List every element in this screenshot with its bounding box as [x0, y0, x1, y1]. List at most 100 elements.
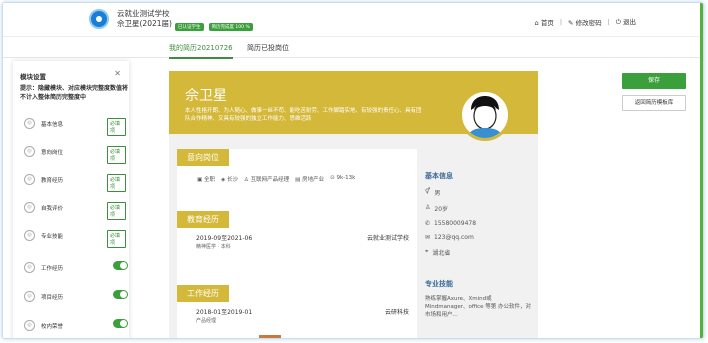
major-value: 精神医学: [196, 244, 217, 250]
education-major: 精神医学 · 本科: [196, 244, 231, 250]
project-icon: ◎: [24, 291, 35, 302]
divider: |: [559, 17, 563, 26]
required-tag: 必填项: [107, 202, 126, 220]
briefcase-icon: ◎: [24, 262, 35, 273]
honors-toggle[interactable]: [113, 319, 128, 328]
basic-info-title: 基本信息: [425, 172, 453, 180]
work-company: 云研科技: [384, 309, 409, 316]
building-icon: ▤: [295, 177, 301, 183]
person-icon: ♙: [425, 204, 431, 211]
module-label: 专业技能: [41, 234, 64, 240]
work-role: 产品经理: [196, 318, 217, 324]
completion-badge: 简历完成度 100 %: [208, 23, 253, 31]
position: ♙ 互联网产品经理: [244, 175, 289, 183]
app-window: 云就业测试学校 佘卫星(2021届) 已认证学生 简历完成度 100 % ⌂ 首…: [2, 2, 704, 339]
module-label: 项目经历: [41, 295, 64, 301]
education-section-title: 教育经历: [177, 211, 229, 228]
age-row: ♙ 20岁: [425, 204, 535, 213]
top-header: 云就业测试学校 佘卫星(2021届) 已认证学生 简历完成度 100 % ⌂ 首…: [3, 3, 702, 37]
close-icon[interactable]: ✕: [114, 69, 121, 78]
change-password-link[interactable]: ✎ 修改密码: [568, 17, 602, 27]
user-icon: ◎: [24, 118, 35, 129]
module-honors: ◎ 校内荣誉: [21, 317, 128, 335]
home-icon: ⌂: [534, 18, 539, 27]
verified-badge: 已认证学生: [175, 23, 204, 31]
module-education: ◎ 教育经历 必填项: [21, 171, 126, 192]
required-tag: 必填项: [107, 230, 126, 248]
phone-row: ✆ 15580009478: [425, 220, 535, 227]
module-label: 意向岗位: [41, 150, 64, 156]
required-tag: 必填项: [107, 118, 126, 136]
mail-icon: ✉: [425, 234, 431, 241]
work-toggle[interactable]: [113, 261, 128, 270]
back-to-templates-button[interactable]: 返回简历模板库: [622, 95, 686, 111]
salary-value: 9k-13k: [336, 175, 356, 181]
graduation-icon: ◎: [24, 174, 35, 185]
avatar: [459, 89, 511, 141]
education-school: 云就业测试学校: [366, 235, 409, 242]
panel-title: 模块设置: [20, 73, 46, 81]
industry: ▤ 房地产业: [295, 175, 324, 183]
region-value: 湖北省: [432, 250, 451, 257]
module-label: 校内荣誉: [41, 324, 64, 330]
tab-my-resume[interactable]: 我的简历20210726: [169, 43, 233, 59]
region-row: ⌖ 湖北省: [425, 248, 535, 257]
degree-value: 本科: [220, 244, 231, 250]
resume-main-column: 意向岗位 ▣ 全职 ◈ 长沙 ♙ 互联网产品经理 ▤ 房地产业 ⊙ 9k-13k…: [177, 149, 417, 338]
city: ◈ 长沙: [221, 175, 238, 183]
project-toggle[interactable]: [113, 290, 128, 299]
module-basic-info: ◎ 基本信息 必填项: [21, 115, 126, 136]
email-value: 123@qq.com: [434, 234, 474, 241]
position-value: 互联网产品经理: [250, 177, 290, 183]
location-icon: ⌖: [425, 248, 429, 255]
briefcase-icon: ▣: [197, 177, 203, 183]
required-tag: 必填项: [107, 174, 126, 192]
education-period: 2019-09至2021-06: [196, 235, 253, 242]
work-section-title: 工作经历: [177, 285, 229, 302]
header-nav: ⌂ 首页 | ✎ 修改密码 | ⏻ 退出: [535, 16, 636, 27]
skill-icon: ◎: [24, 230, 35, 241]
power-icon: ⏻: [615, 18, 621, 26]
status-badges: 已认证学生 简历完成度 100 %: [175, 23, 253, 31]
module-label: 自我评价: [41, 206, 64, 212]
logout-link[interactable]: ⏻ 退出: [616, 16, 636, 27]
email-row: ✉ 123@qq.com: [425, 234, 535, 241]
work-period: 2018-01至2019-01: [196, 309, 253, 316]
trophy-icon: ◎: [24, 320, 35, 331]
change-password-label: 修改密码: [575, 18, 602, 27]
resume-intro: 本人性格开朗、为人随心、做事一丝不苟、能吃苦耐劳、工作脚踏实地、有较强的责任心、…: [185, 108, 422, 122]
module-project: ◎ 项目经历: [21, 288, 128, 306]
module-self-eval: ◎ 自我评价 必填项: [21, 199, 126, 220]
panel-tip: 提示：隐藏模块、对应模块完整度数值将不计入整体简历完整度中: [20, 85, 129, 101]
module-skills: ◎ 专业技能 必填项: [21, 227, 126, 248]
job-type-value: 全职: [203, 177, 215, 183]
resume-preview: 佘卫星 本人性格开朗、为人随心、做事一丝不苟、能吃苦耐劳、工作脚踏实地、有较强的…: [169, 71, 538, 338]
tab-applied-jobs[interactable]: 简历已投岗位: [247, 43, 289, 53]
module-work: ◎ 工作经历: [21, 259, 128, 277]
resume-tabs: 我的简历20210726 简历已投岗位: [3, 38, 702, 59]
logout-label: 退出: [623, 18, 636, 26]
skills-title: 专业技能: [425, 280, 453, 288]
save-button[interactable]: 保存: [622, 73, 686, 89]
age-value: 20岁: [434, 206, 449, 213]
skills-text: 熟练掌握Axure、Xmind或Mindmanager、office 等第 办公…: [425, 296, 532, 318]
gender-icon: ⚥: [425, 188, 431, 195]
gender-value: 男: [434, 190, 441, 197]
city-value: 长沙: [226, 177, 238, 183]
school-info: 云就业测试学校 佘卫星(2021届): [117, 9, 172, 29]
resume-side-column: 基本信息 ⚥ 男 ♙ 20岁 ✆ 15580009478 ✉ 123@qq.com ⌖ 湖…: [425, 171, 535, 319]
job-type: ▣ 全职: [197, 175, 215, 183]
phone-value: 15580009478: [434, 220, 477, 227]
scroll-indicator[interactable]: [259, 335, 281, 338]
required-tag: 必填项: [107, 146, 126, 164]
module-intent: ◎ 意向岗位 必填项: [21, 143, 126, 164]
target-icon: ◎: [24, 146, 35, 157]
resume-name: 佘卫星: [185, 88, 227, 104]
coin-icon: ⊙: [330, 175, 335, 181]
salary: ⊙ 9k-13k: [330, 175, 355, 183]
home-label: 首页: [540, 18, 554, 27]
phone-icon: ✆: [425, 220, 431, 227]
school-name: 云就业测试学校: [117, 9, 170, 18]
home-link[interactable]: ⌂ 首页: [535, 17, 554, 27]
person-icon: ♙: [243, 177, 249, 183]
